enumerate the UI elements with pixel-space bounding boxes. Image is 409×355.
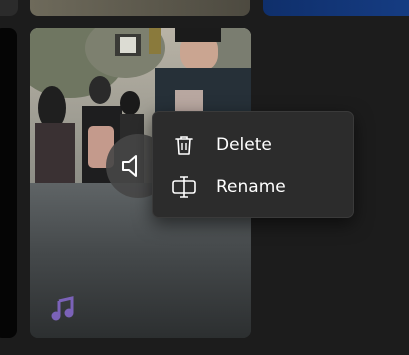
gallery-card[interactable] [0, 28, 17, 338]
rename-icon [172, 175, 196, 199]
trash-icon [172, 133, 196, 157]
media-gallery: Delete Rename [0, 0, 409, 355]
rename-menu-label: Rename [216, 177, 286, 197]
delete-menu-item[interactable]: Delete [158, 125, 348, 165]
rename-menu-item[interactable]: Rename [158, 167, 348, 207]
music-note-icon [50, 296, 76, 322]
gallery-card[interactable] [263, 0, 409, 16]
gallery-card[interactable] [30, 0, 250, 16]
context-menu: Delete Rename [152, 111, 354, 218]
delete-menu-label: Delete [216, 135, 272, 155]
gallery-card[interactable] [0, 0, 18, 16]
